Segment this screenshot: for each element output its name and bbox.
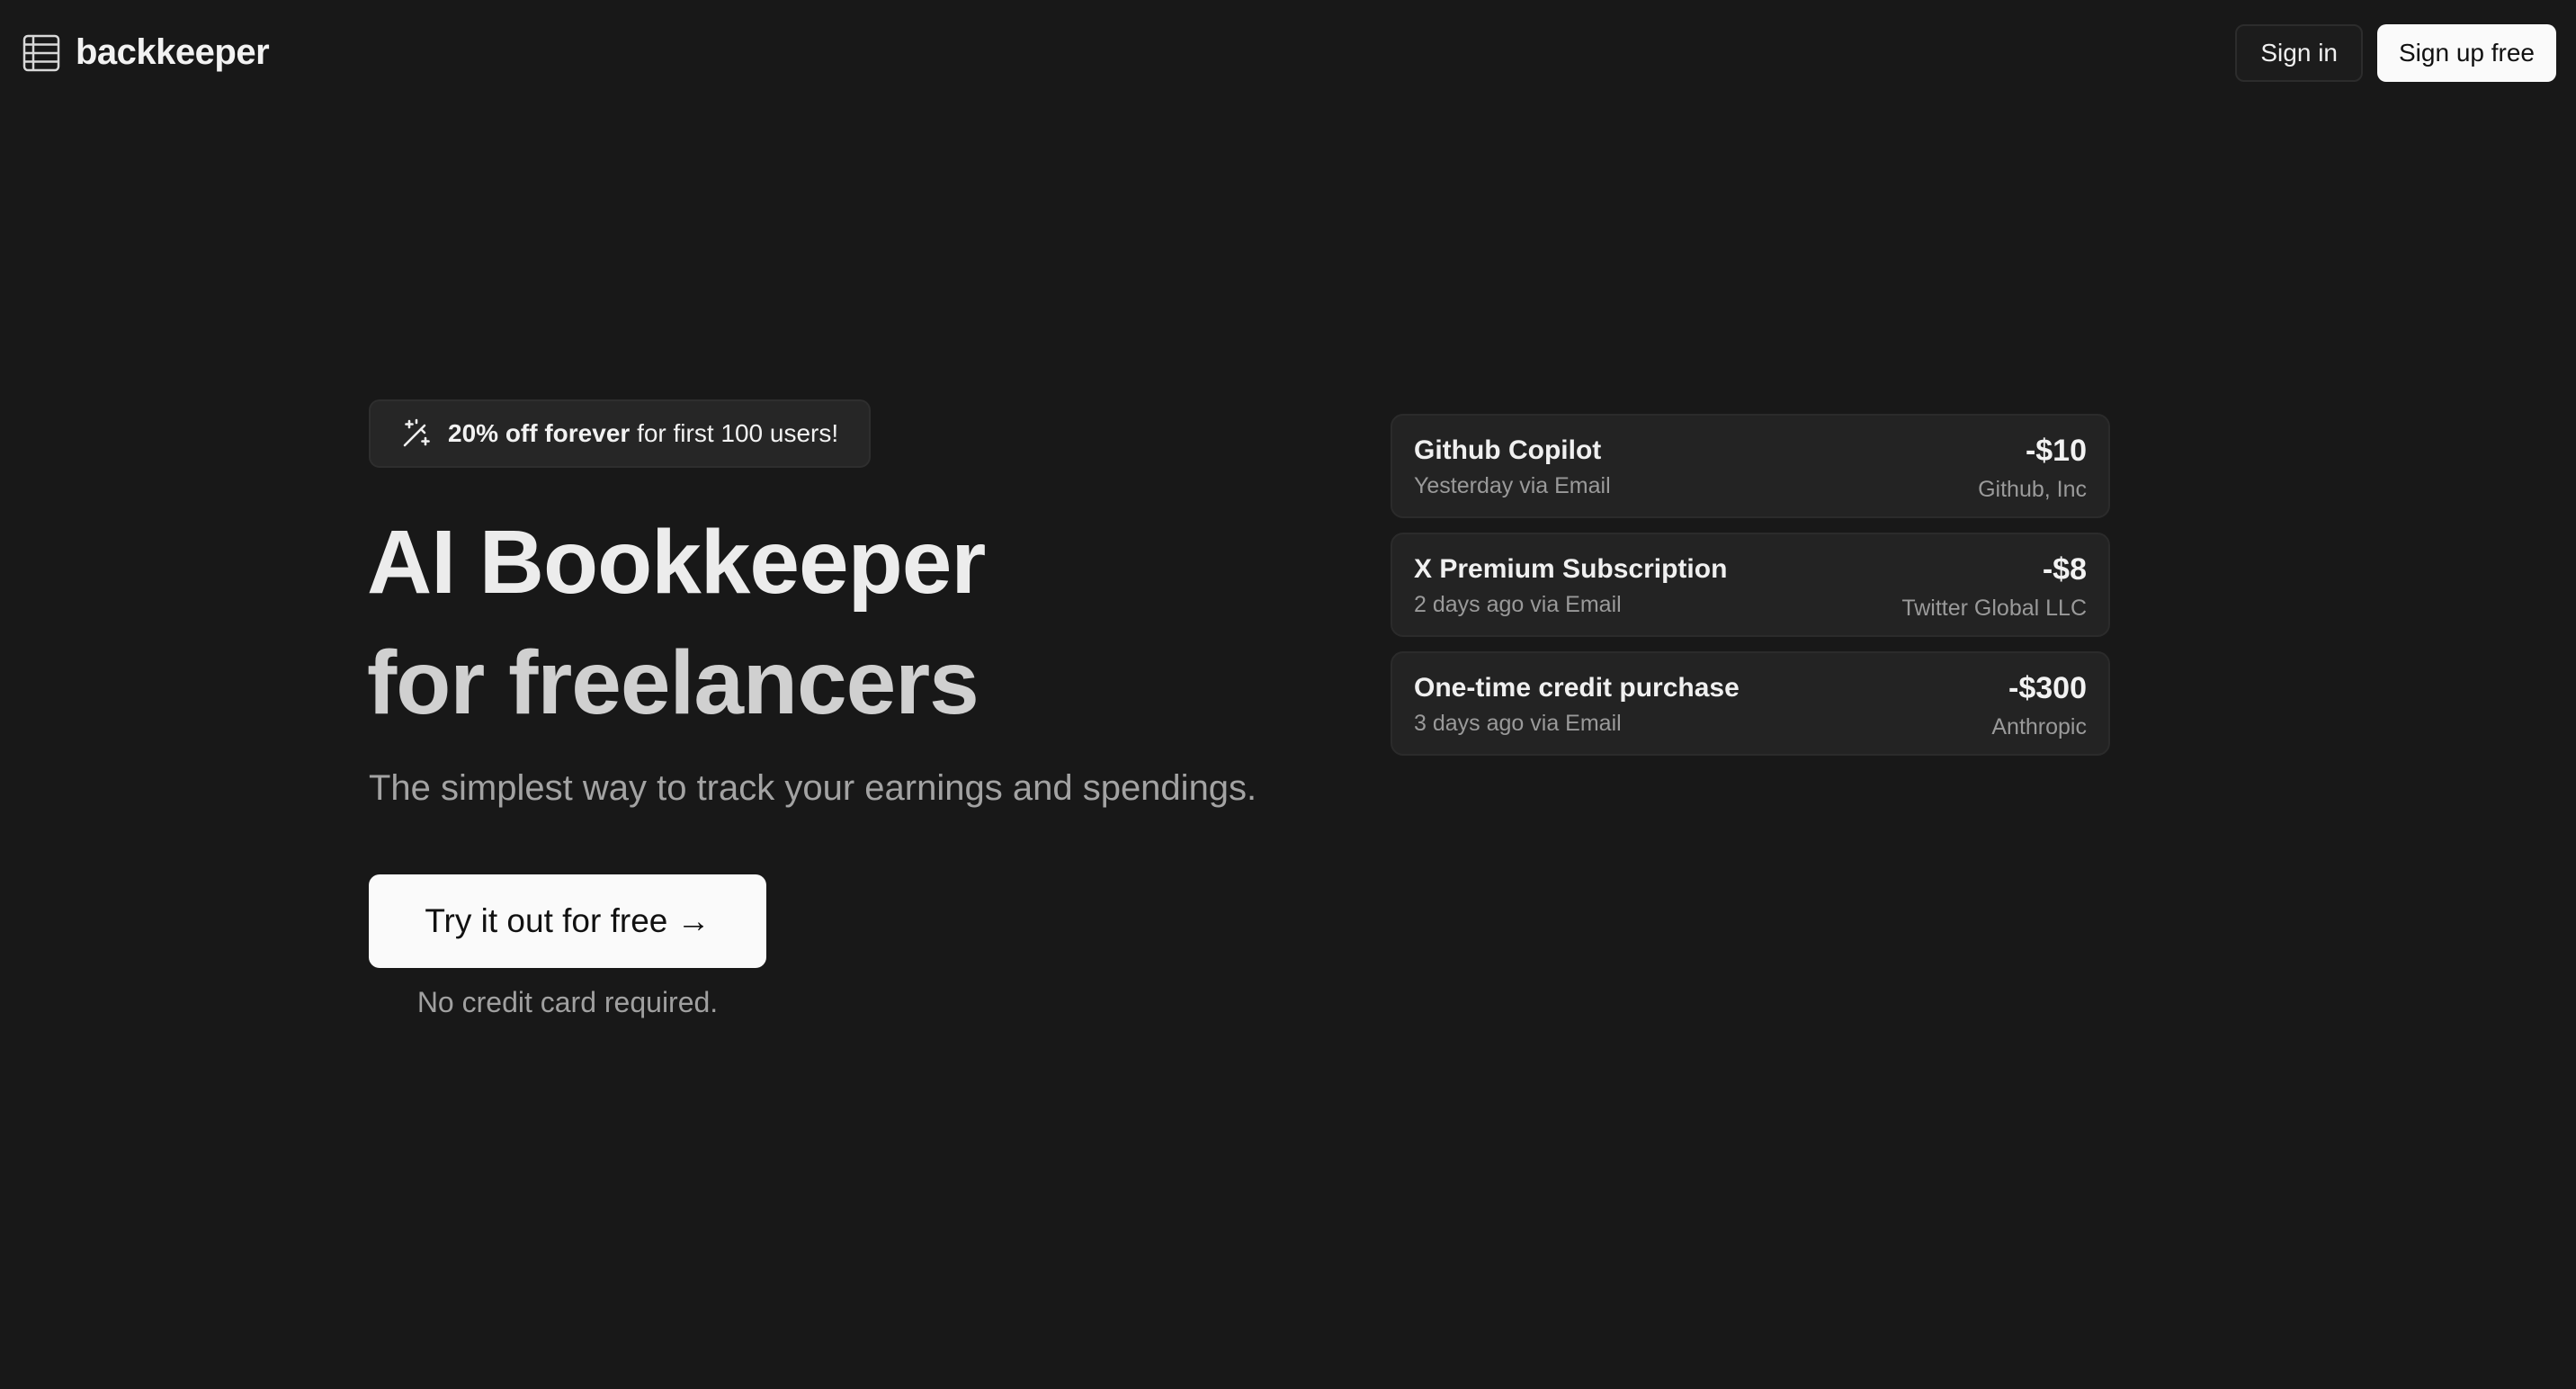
transaction-name: Github Copilot [1414, 435, 1602, 465]
brand-logo[interactable]: backkeeper [22, 32, 270, 73]
brand-name: backkeeper [76, 32, 270, 72]
sign-in-button[interactable]: Sign in [2235, 24, 2363, 82]
promo-detail: for first 100 users! [630, 419, 839, 447]
transaction-card: One-time credit purchase 3 days ago via … [1391, 651, 2110, 756]
transaction-card: Github Copilot Yesterday via Email -$10 … [1391, 414, 2110, 518]
transaction-vendor: Anthropic [1991, 714, 2087, 739]
sign-up-button[interactable]: Sign up free [2377, 24, 2556, 82]
promo-text: 20% off forever for first 100 users! [448, 419, 838, 448]
try-free-button[interactable]: Try it out for free → [369, 874, 766, 968]
transaction-amount: -$300 [2008, 671, 2087, 705]
transaction-meta: Yesterday via Email [1414, 473, 1611, 498]
transaction-vendor: Twitter Global LLC [1901, 596, 2087, 621]
promo-badge: 20% off forever for first 100 users! [369, 399, 872, 468]
transaction-meta: 2 days ago via Email [1414, 592, 1622, 617]
hero-title-line-1: AI Bookkeeper [367, 512, 986, 613]
site-header: backkeeper Sign in Sign up free [0, 0, 2576, 108]
hero-title-line-2: for freelancers [367, 632, 979, 733]
transaction-vendor: Github, Inc [1978, 477, 2087, 502]
transaction-card: X Premium Subscription 2 days ago via Em… [1391, 533, 2110, 637]
header-actions: Sign in Sign up free [2235, 24, 2556, 82]
transaction-amount: -$8 [2042, 552, 2087, 587]
hero-title: AI Bookkeeper for freelancers [367, 504, 986, 741]
transaction-name: X Premium Subscription [1414, 554, 1728, 584]
transaction-name: One-time credit purchase [1414, 673, 1740, 703]
transaction-amount: -$10 [2025, 434, 2087, 468]
magic-wand-icon [403, 418, 430, 447]
table-icon [22, 34, 60, 71]
transaction-meta: 3 days ago via Email [1414, 711, 1622, 736]
hero-subtitle: The simplest way to track your earnings … [369, 768, 1257, 808]
no-credit-card-note: No credit card required. [416, 986, 719, 1018]
promo-highlight: 20% off forever [448, 419, 631, 447]
transaction-list: Github Copilot Yesterday via Email -$10 … [1391, 414, 2110, 770]
